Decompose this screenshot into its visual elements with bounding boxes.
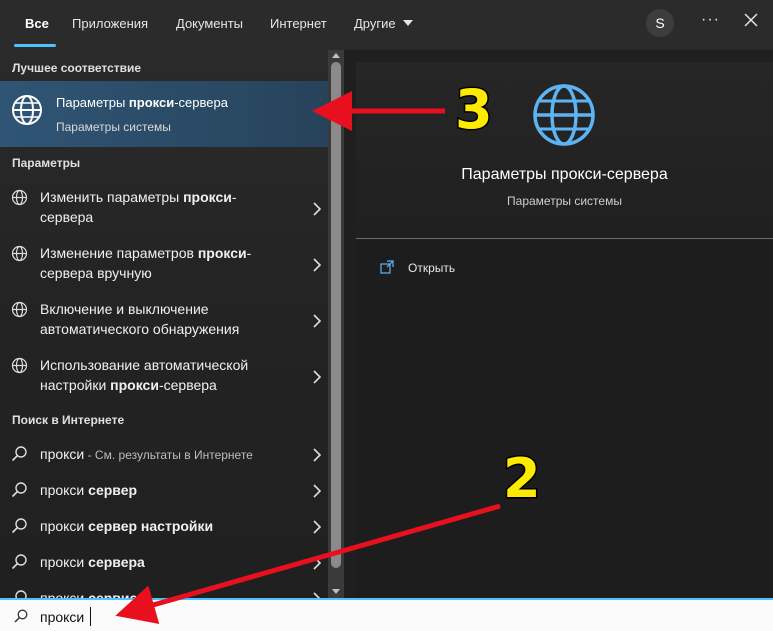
list-item[interactable]: прокси сервис [0,585,328,598]
chevron-right-icon [313,314,322,328]
list-item-label: прокси сервера [40,554,145,570]
list-item[interactable]: прокси - См. результаты в Интернете [0,441,328,469]
search-icon [14,609,28,623]
list-item[interactable]: прокси сервера [0,549,328,577]
globe-icon [11,301,28,318]
list-item-label: прокси - См. результаты в Интернете [40,446,253,462]
search-icon [11,446,27,462]
search-icon [11,482,27,498]
preview-subtitle: Параметры системы [507,194,622,208]
best-match-header: Лучшее соответствие [12,61,142,75]
preview-header: Параметры прокси-сервера Параметры систе… [356,62,773,240]
list-item-label: Изменение параметров прокси-сервера вруч… [40,245,252,281]
chevron-right-icon [313,202,322,216]
list-item[interactable]: Изменить параметры прокси-сервера [0,183,328,235]
search-bar[interactable]: прокси [0,598,773,631]
globe-icon [11,357,28,374]
web-search-header: Поиск в Интернете [12,413,125,427]
more-options-icon[interactable]: ··· [701,11,720,29]
best-match-title: Параметры прокси-сервера [56,95,228,110]
search-input[interactable]: прокси [40,609,84,625]
text-cursor [90,607,91,626]
preview-title: Параметры прокси-сервера [461,166,668,183]
tab-all[interactable]: Все [25,16,49,31]
list-item-label: прокси сервер [40,482,138,498]
search-icon [15,590,27,598]
close-icon[interactable] [741,10,761,30]
annotation-label-3: 3 [454,77,495,143]
list-item-label: Изменить параметры прокси-сервера [40,189,237,225]
scroll-down-icon[interactable] [332,589,340,594]
globe-icon [11,245,28,262]
globe-icon [11,189,28,206]
list-item[interactable]: прокси сервер настройки [0,513,328,541]
chevron-right-icon [313,520,322,534]
scroll-up-icon[interactable] [332,53,340,58]
active-tab-indicator [14,44,56,47]
chevron-right-icon [313,556,322,570]
open-icon[interactable] [380,260,394,274]
tab-internet[interactable]: Интернет [270,16,327,31]
list-item[interactable]: Включение и выключение автоматического об… [0,295,328,347]
chevron-right-icon [313,484,322,498]
tab-apps[interactable]: Приложения [72,16,148,31]
list-item-label: прокси сервер настройки [40,518,214,534]
globe-icon [12,95,42,125]
divider [356,238,773,239]
top-bar: Все Приложения Документы Интернет Другие… [0,0,773,50]
chevron-right-icon [313,258,322,272]
best-match-subtitle: Параметры системы [56,120,171,134]
list-item-label: Использование автоматической настройки пр… [40,357,249,393]
avatar[interactable]: S [646,9,674,37]
annotation-label-2: 2 [502,446,543,512]
open-button[interactable]: Открыть [408,261,455,275]
search-icon [11,554,27,570]
globe-icon [533,84,595,146]
chevron-down-icon[interactable] [403,20,413,26]
list-item[interactable]: Использование автоматической настройки пр… [0,351,328,403]
list-item[interactable]: прокси сервер [0,477,328,505]
scrollbar-thumb[interactable] [331,62,341,568]
best-match-item[interactable]: Параметры прокси-сервера Параметры систе… [0,81,328,147]
results-list: Лучшее соответствие Параметры прокси-сер… [0,50,344,598]
list-item[interactable]: Изменение параметров прокси-сервера вруч… [0,239,328,291]
tab-documents[interactable]: Документы [176,16,243,31]
search-icon [11,518,27,534]
preview-pane: Параметры прокси-сервера Параметры систе… [356,62,773,598]
list-item-label: прокси сервис [40,590,138,598]
settings-header: Параметры [12,156,81,170]
chevron-right-icon [313,448,322,462]
chevron-right-icon [313,370,322,384]
tab-other[interactable]: Другие [354,16,396,31]
list-item-label: Включение и выключение автоматического об… [40,301,240,337]
